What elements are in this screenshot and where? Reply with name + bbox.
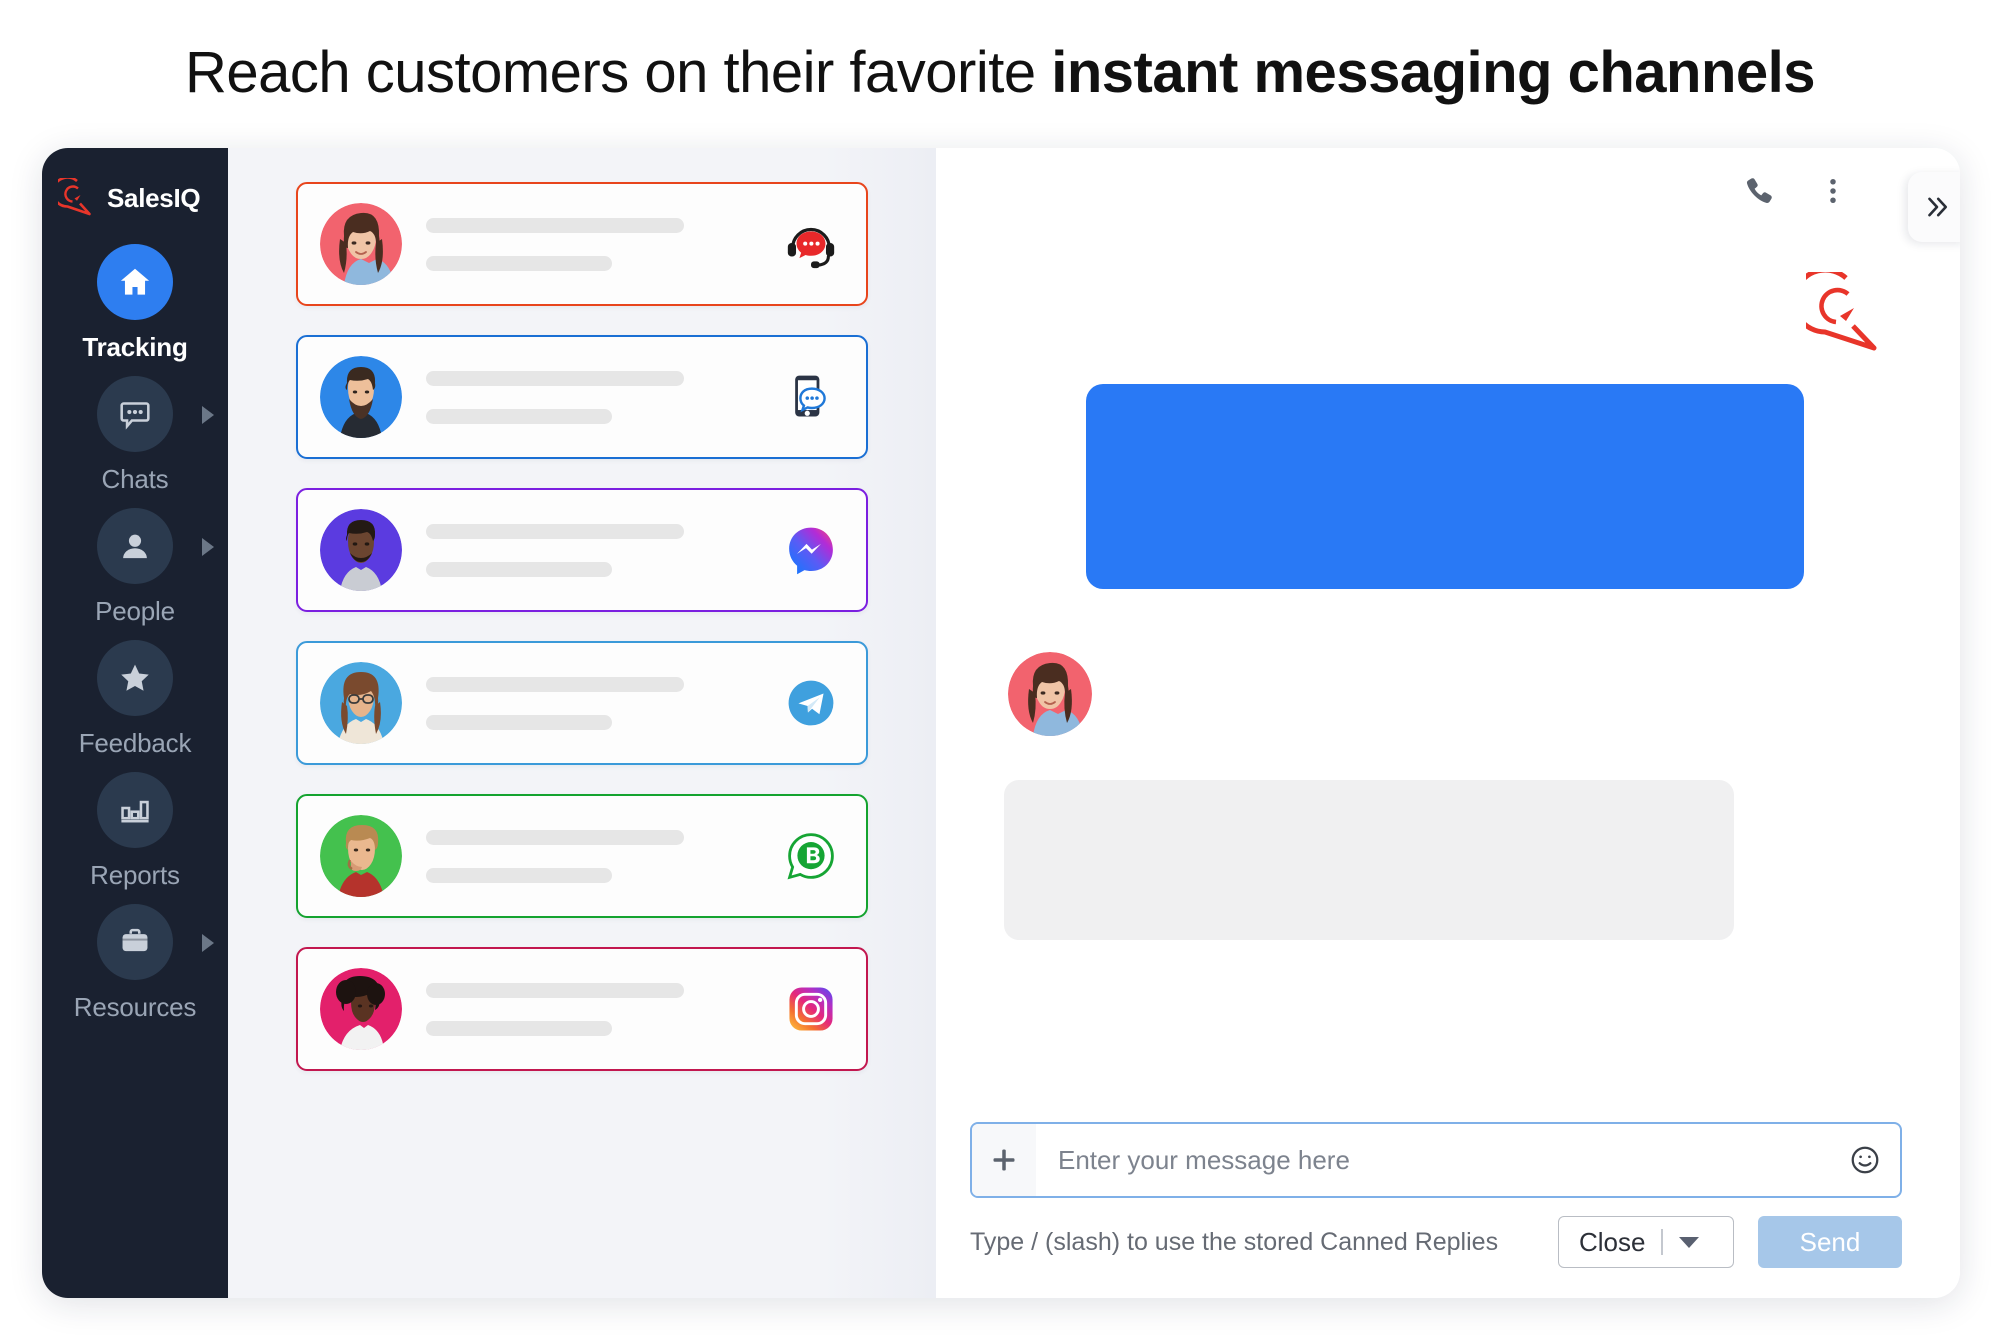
preview-line (426, 714, 612, 730)
chat-list-item-sms[interactable] (296, 335, 868, 459)
message-input[interactable] (1036, 1144, 1830, 1176)
preview-line (426, 370, 684, 386)
salesiq-watermark-icon (1791, 267, 1890, 356)
chat-preview-lines (426, 523, 772, 577)
message-composer: Type / (slash) to use the stored Canned … (936, 1122, 1960, 1298)
avatar (320, 815, 402, 897)
headset-chat-icon (782, 215, 840, 273)
salesiq-logo-icon (51, 176, 98, 218)
mobile-sms-icon (782, 368, 840, 426)
sidebar-item-reports[interactable]: Reports (42, 772, 228, 904)
chat-list-item-live-chat[interactable] (296, 182, 868, 306)
avatar (320, 203, 402, 285)
chat-list-item-instagram[interactable] (296, 947, 868, 1071)
sidebar: SalesIQ Tracking Chats People Feedback R… (42, 148, 228, 1298)
preview-line (426, 982, 684, 998)
chat-icon (97, 376, 173, 452)
app-window: SalesIQ Tracking Chats People Feedback R… (42, 148, 1960, 1298)
preview-line (426, 829, 684, 845)
briefcase-icon (97, 904, 173, 980)
sidebar-item-chats[interactable]: Chats (42, 376, 228, 508)
chat-preview-lines (426, 217, 772, 271)
page-title: Reach customers on their favorite instan… (0, 38, 2000, 108)
preview-line (426, 676, 684, 692)
whatsapp-business-icon (782, 827, 840, 885)
kebab-menu-icon[interactable] (1818, 174, 1848, 208)
composer-footer: Type / (slash) to use the stored Canned … (970, 1216, 1902, 1268)
messenger-icon (782, 521, 840, 579)
instagram-icon (782, 980, 840, 1038)
chat-preview-lines (426, 829, 772, 883)
chevron-right-icon[interactable] (202, 538, 214, 556)
chat-preview-lines (426, 982, 772, 1036)
sidebar-item-resources[interactable]: Resources (42, 904, 228, 1036)
plus-icon[interactable] (972, 1124, 1036, 1196)
preview-line (426, 867, 612, 883)
avatar (320, 356, 402, 438)
message-bubble-incoming (1004, 780, 1734, 940)
chat-list-item-telegram[interactable] (296, 641, 868, 765)
page-title-bold: instant messaging channels (1051, 40, 1816, 105)
smiley-icon[interactable] (1830, 1124, 1900, 1196)
sidebar-item-feedback[interactable]: Feedback (42, 640, 228, 772)
sidebar-item-label: Chats (101, 464, 169, 494)
chevron-right-icon[interactable] (202, 934, 214, 952)
chat-preview-lines (426, 676, 772, 730)
conversation-toolbar (936, 148, 1960, 242)
sidebar-item-label: Resources (73, 992, 197, 1022)
preview-line (426, 561, 612, 577)
telegram-icon (782, 674, 840, 732)
brand-name: SalesIQ (107, 182, 201, 213)
chat-list (228, 148, 936, 1298)
message-bubble-outgoing (1086, 384, 1804, 589)
select-divider (1661, 1229, 1663, 1255)
canned-replies-hint: Type / (slash) to use the stored Canned … (970, 1227, 1499, 1256)
page-title-light: Reach customers on their favorite (184, 40, 1052, 105)
conversation-status-select[interactable]: Close (1558, 1216, 1734, 1268)
preview-line (426, 523, 684, 539)
preview-line (426, 408, 612, 424)
chevron-right-icon[interactable] (202, 406, 214, 424)
chat-preview-lines (426, 370, 772, 424)
preview-line (426, 1020, 612, 1036)
sidebar-nav: Tracking Chats People Feedback Reports R… (42, 244, 228, 1036)
sidebar-item-label: Reports (90, 860, 180, 890)
avatar (1008, 652, 1092, 736)
chat-list-item-whatsapp-business[interactable] (296, 794, 868, 918)
avatar (320, 968, 402, 1050)
conversation-messages (936, 234, 1960, 1122)
person-icon (97, 508, 173, 584)
star-icon (97, 640, 173, 716)
sidebar-item-label: People (95, 596, 175, 626)
preview-line (426, 217, 684, 233)
chevron-down-icon[interactable] (1678, 1236, 1699, 1248)
message-input-wrapper (970, 1122, 1902, 1198)
conversation-status-value: Close (1579, 1226, 1646, 1257)
sidebar-item-tracking[interactable]: Tracking (42, 244, 228, 376)
avatar (320, 509, 402, 591)
brand: SalesIQ (42, 170, 228, 226)
avatar (320, 662, 402, 744)
sidebar-item-people[interactable]: People (42, 508, 228, 640)
sidebar-item-label: Feedback (78, 728, 192, 758)
sidebar-item-label: Tracking (82, 332, 188, 362)
double-chevron-right-icon[interactable] (1908, 172, 1960, 242)
phone-icon[interactable] (1742, 174, 1776, 208)
conversation-panel: Type / (slash) to use the stored Canned … (936, 148, 1960, 1298)
preview-line (426, 255, 612, 271)
home-icon (97, 244, 173, 320)
send-button[interactable]: Send (1758, 1216, 1902, 1268)
chat-list-item-facebook-messenger[interactable] (296, 488, 868, 612)
bar-chart-icon (97, 772, 173, 848)
